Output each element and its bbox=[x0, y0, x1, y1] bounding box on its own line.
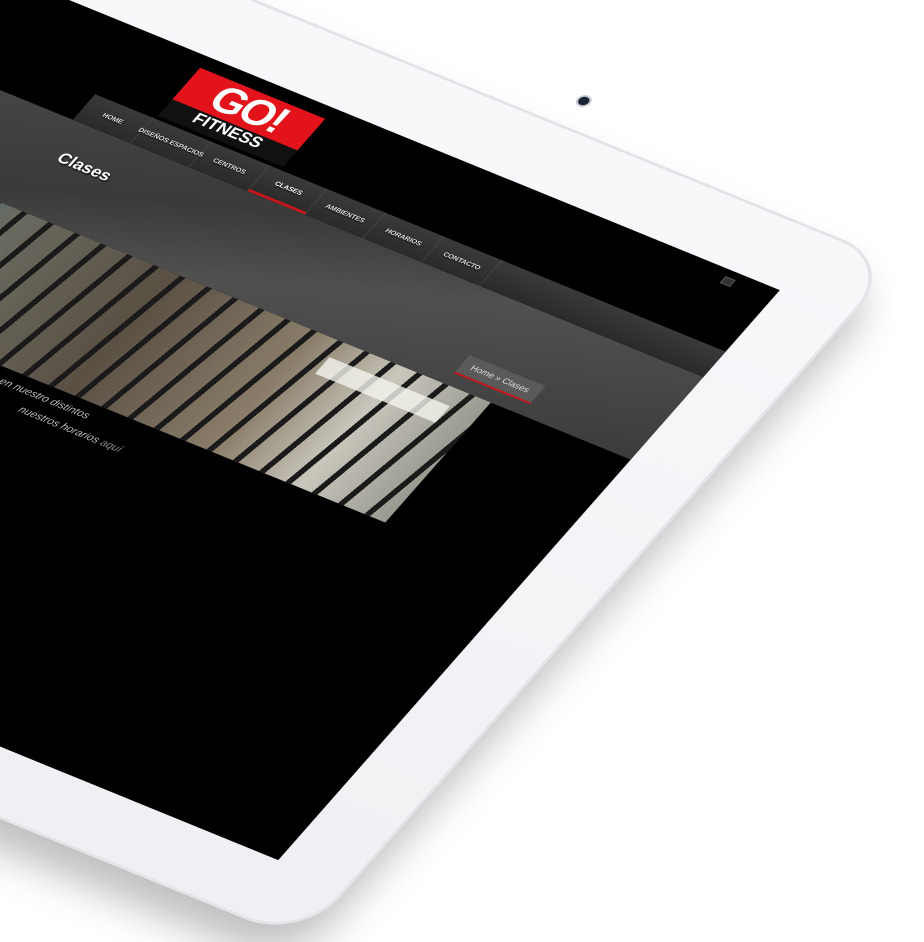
corner-icon[interactable] bbox=[719, 276, 736, 288]
camera-icon bbox=[575, 95, 592, 107]
horarios-link[interactable]: aquí bbox=[97, 438, 125, 455]
